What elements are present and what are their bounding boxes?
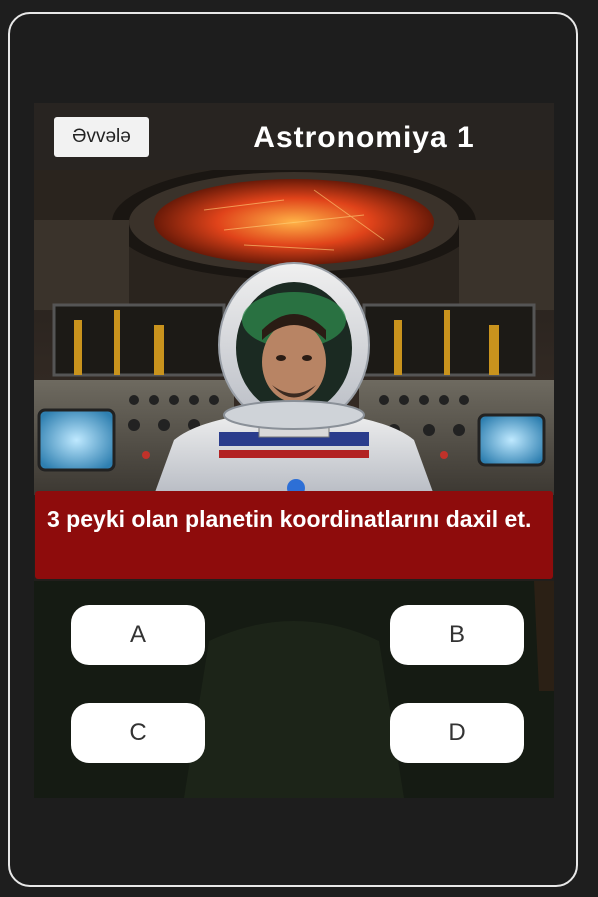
back-button[interactable]: Əvvələ: [54, 117, 149, 157]
header-bar: Əvvələ Astronomiya 1: [34, 103, 554, 170]
answer-b-button[interactable]: B: [390, 605, 524, 665]
astronaut-icon: [34, 170, 554, 495]
page-title: Astronomiya 1: [253, 121, 475, 154]
question-box: 3 peyki olan planetin koordinatlarını da…: [35, 491, 553, 579]
question-text: 3 peyki olan planetin koordinatlarını da…: [47, 506, 532, 532]
answer-a-button[interactable]: A: [71, 605, 205, 665]
quiz-screen: Əvvələ Astronomiya 1 3 peyki olan planet…: [34, 103, 554, 798]
astronaut-cockpit-image: [34, 170, 554, 495]
answer-c-button[interactable]: C: [71, 703, 205, 763]
answer-d-button[interactable]: D: [390, 703, 524, 763]
answers-panel: A B C D: [34, 581, 554, 798]
